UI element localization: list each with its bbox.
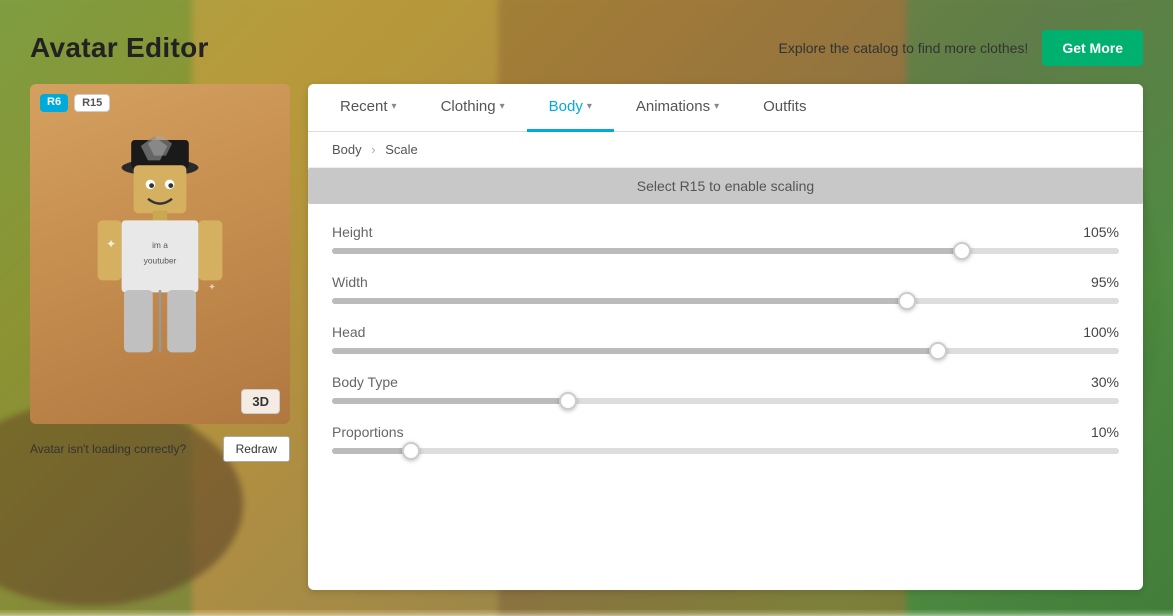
slider-height-fill [332,248,962,254]
tab-outfits-label: Outfits [763,98,806,115]
breadcrumb-body[interactable]: Body [332,142,362,157]
slider-head-label-row: Head 100% [332,324,1119,340]
slider-body-type-fill [332,398,568,404]
slider-body-type-track [332,398,1119,404]
slider-height-label: Height [332,224,372,240]
slider-body-type-value: 30% [1091,374,1119,390]
slider-width-value: 95% [1091,274,1119,290]
slider-width-label-row: Width 95% [332,274,1119,290]
tab-animations-label: Animations [636,98,710,115]
slider-body-type-label-row: Body Type 30% [332,374,1119,390]
slider-head-value: 100% [1083,324,1119,340]
badge-r15[interactable]: R15 [74,94,110,112]
main-container: Avatar Editor Explore the catalog to fin… [0,0,1173,610]
avatar-bottom-row: Avatar isn't loading correctly? Redraw [30,436,290,462]
svg-text:✦: ✦ [208,282,216,293]
tab-recent[interactable]: Recent ▾ [318,84,419,132]
header-row: Avatar Editor Explore the catalog to fin… [30,30,1143,66]
slider-head-track [332,348,1119,354]
tab-body-label: Body [549,98,583,115]
badge-r6[interactable]: R6 [40,94,68,112]
slider-proportions-thumb[interactable] [402,442,420,460]
svg-text:✦: ✦ [106,237,116,251]
slider-proportions-label: Proportions [332,424,404,440]
tab-animations-chevron: ▾ [714,101,719,112]
breadcrumb-sep: › [371,142,375,157]
header-right: Explore the catalog to find more clothes… [779,30,1144,66]
tab-clothing-label: Clothing [441,98,496,115]
slider-height-value: 105% [1083,224,1119,240]
slider-height-label-row: Height 105% [332,224,1119,240]
nav-tabs: Recent ▾ Clothing ▾ Body ▾ Animations ▾ … [308,84,1143,132]
avatar-svg: im a youtuber ✦ ✦ [80,134,240,374]
slider-width-fill [332,298,907,304]
redraw-button[interactable]: Redraw [223,436,290,462]
slider-width-thumb[interactable] [898,292,916,310]
slider-row-head: Head 100% [332,324,1119,354]
svg-text:im a: im a [152,240,168,250]
slider-head-thumb[interactable] [929,342,947,360]
tab-recent-chevron: ▾ [392,101,397,112]
tab-recent-label: Recent [340,98,388,115]
tab-clothing[interactable]: Clothing ▾ [419,84,527,132]
slider-row-width: Width 95% [332,274,1119,304]
slider-body-type-label: Body Type [332,374,398,390]
avatar-panel: R6 R15 [30,84,290,590]
editor-panel: Recent ▾ Clothing ▾ Body ▾ Animations ▾ … [308,84,1143,590]
slider-width-track [332,298,1119,304]
breadcrumb-scale: Scale [385,142,418,157]
scale-banner: Select R15 to enable scaling [308,168,1143,204]
slider-proportions-value: 10% [1091,424,1119,440]
slider-body-type-thumb[interactable] [559,392,577,410]
slider-row-proportions: Proportions 10% [332,424,1119,454]
slider-head-fill [332,348,938,354]
catalog-text: Explore the catalog to find more clothes… [779,40,1029,56]
slider-row-body-type: Body Type 30% [332,374,1119,404]
slider-proportions-label-row: Proportions 10% [332,424,1119,440]
tab-clothing-chevron: ▾ [500,101,505,112]
avatar-box: R6 R15 [30,84,290,424]
slider-proportions-fill [332,448,411,454]
slider-width-label: Width [332,274,368,290]
tab-animations[interactable]: Animations ▾ [614,84,741,132]
scale-content: Select R15 to enable scaling Height 105%… [308,168,1143,590]
get-more-button[interactable]: Get More [1042,30,1143,66]
svg-text:youtuber: youtuber [144,256,177,266]
avatar-badges: R6 R15 [40,94,110,112]
avatar-loading-text: Avatar isn't loading correctly? [30,442,186,456]
slider-head-label: Head [332,324,365,340]
slider-height-track [332,248,1119,254]
slider-height-thumb[interactable] [953,242,971,260]
3d-button[interactable]: 3D [241,389,280,414]
tab-outfits[interactable]: Outfits [741,84,828,132]
slider-row-height: Height 105% [332,224,1119,254]
avatar-figure: im a youtuber ✦ ✦ [80,134,240,374]
app-title: Avatar Editor [30,32,209,64]
tab-body[interactable]: Body ▾ [527,84,614,132]
slider-proportions-track [332,448,1119,454]
tab-body-chevron: ▾ [587,101,592,112]
breadcrumb: Body › Scale [308,132,1143,168]
content-row: R6 R15 [30,84,1143,590]
